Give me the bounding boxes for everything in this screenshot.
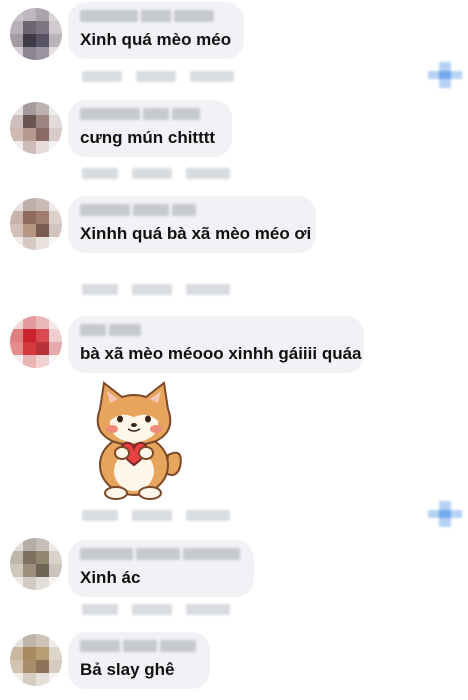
comment-text: Bả slay ghê: [80, 660, 175, 679]
comment-bubble: Xinhh quá bà xã mèo méo ơi: [68, 196, 316, 253]
comment-text: bà xã mèo méooo xinhh gáiiii quáa: [80, 344, 362, 363]
avatar[interactable]: [10, 634, 62, 686]
comment-actions-blurred[interactable]: [82, 510, 230, 524]
comment-actions-blurred[interactable]: [82, 71, 234, 85]
comment-bubble: Bả slay ghê: [68, 632, 210, 689]
commenter-name-blurred[interactable]: [80, 640, 196, 654]
avatar[interactable]: [10, 8, 62, 60]
comment-bubble: Xinh ác: [68, 540, 254, 597]
commenter-name-blurred[interactable]: [80, 204, 302, 218]
comment-actions-blurred[interactable]: [82, 168, 230, 182]
comment-text: Xinhh quá bà xã mèo méo ơi: [80, 224, 312, 243]
avatar[interactable]: [10, 198, 62, 250]
comment-bubble: cưng mún chitttt: [68, 100, 232, 157]
commenter-name-blurred[interactable]: [80, 108, 218, 122]
avatar[interactable]: [10, 316, 62, 368]
commenter-name-blurred[interactable]: [80, 324, 350, 338]
comment-actions-blurred[interactable]: [82, 284, 230, 298]
comment-text: Xinh ác: [80, 568, 141, 587]
avatar[interactable]: [10, 538, 62, 590]
comment-bubble: Xinh quá mèo méo: [68, 2, 244, 59]
comment-text: cưng mún chitttt: [80, 128, 216, 147]
reaction-icon[interactable]: [428, 501, 462, 527]
avatar[interactable]: [10, 102, 62, 154]
commenter-name-blurred[interactable]: [80, 548, 240, 562]
commenter-name-blurred[interactable]: [80, 10, 230, 24]
reaction-icon[interactable]: [428, 62, 462, 88]
sticker-shiba-heart: [96, 381, 182, 500]
comment-text: Xinh quá mèo méo: [80, 30, 232, 49]
comment-bubble: bà xã mèo méooo xinhh gáiiii quáa: [68, 316, 364, 373]
comment-actions-blurred[interactable]: [82, 604, 230, 618]
